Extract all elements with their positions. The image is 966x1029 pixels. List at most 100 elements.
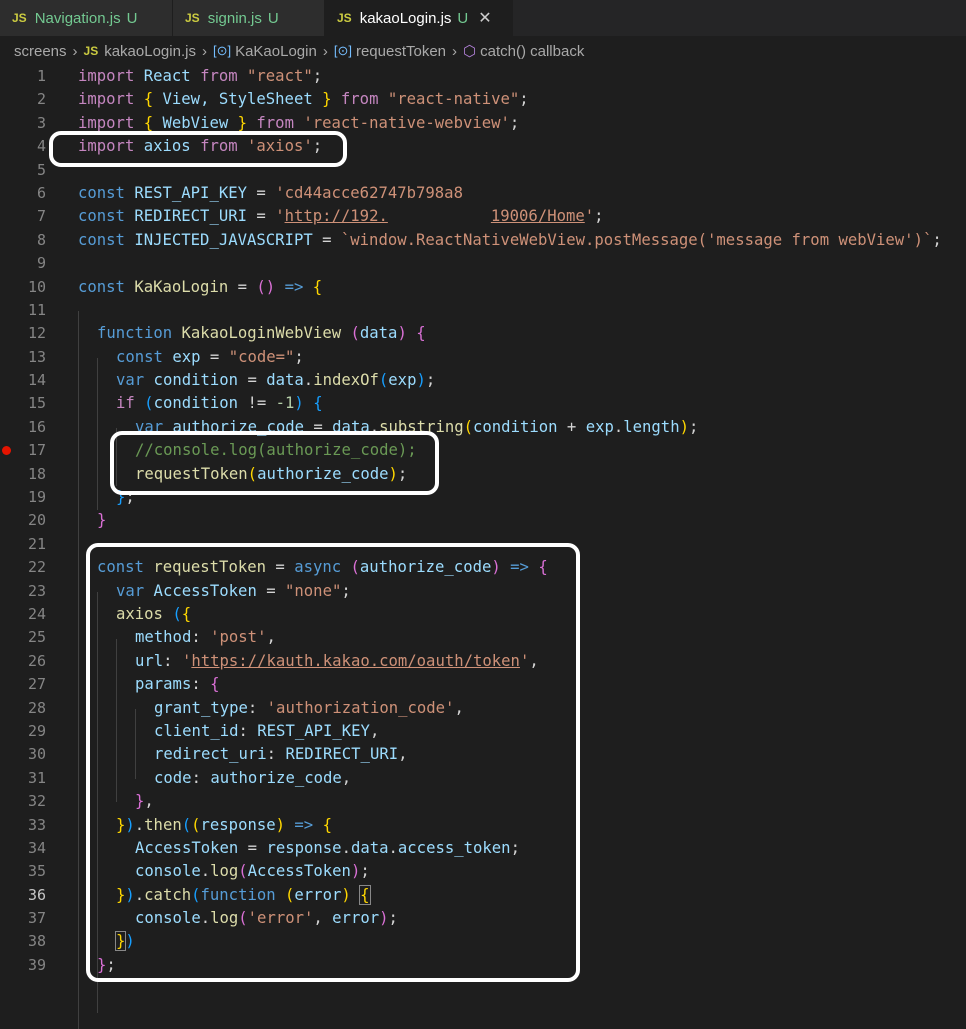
code-line: 19};	[0, 486, 966, 509]
code-line: 25 method: 'post',	[0, 626, 966, 649]
untracked-badge: U	[267, 9, 279, 27]
line-number: 14	[27, 371, 46, 390]
line-number: 34	[27, 838, 46, 857]
code-line: 39};	[0, 954, 966, 977]
breadcrumb-item-kakaologin[interactable]: KaKaoLogin	[235, 43, 317, 60]
variable-symbol-icon: [⊙]	[212, 43, 232, 58]
line-number: 16	[27, 417, 46, 436]
line-number: 32	[27, 792, 46, 811]
tab-navigation-js[interactable]: JS Navigation.js U	[0, 0, 173, 36]
code-line: 8 const INJECTED_JAVASCRIPT = `window.Rea…	[0, 229, 966, 252]
line-number: 12	[27, 324, 46, 343]
line-number: 20	[27, 511, 46, 530]
code-line: 31 code: authorize_code,	[0, 767, 966, 790]
line-number: 18	[27, 464, 46, 483]
code-line: 35 console.log(AccessToken);	[0, 860, 966, 883]
line-number: 27	[27, 675, 46, 694]
code-line: 6 const REST_API_KEY = 'cd44acce62747b798…	[0, 182, 966, 205]
code-line: 23 var AccessToken = "none";	[0, 580, 966, 603]
code-line: 21	[0, 533, 966, 556]
code-line: 29 client_id: REST_API_KEY,	[0, 720, 966, 743]
chevron-right-icon: ›	[201, 42, 207, 60]
code-line: 10 const KaKaoLogin = () => {	[0, 276, 966, 299]
code-line: 5	[0, 159, 966, 182]
line-number: 26	[27, 651, 46, 670]
method-cube-icon: ⬡	[463, 43, 477, 60]
code-line: 33}).then((response) => {	[0, 814, 966, 837]
line-number: 5	[36, 160, 46, 179]
editor-tab-bar: JS Navigation.js U JS signin.js U JS kak…	[0, 0, 966, 36]
line-number: 17	[27, 441, 46, 460]
line-number: 2	[36, 90, 46, 109]
code-line: 12 function KakaoLoginWebView (data) {	[0, 322, 966, 345]
untracked-badge: U	[457, 9, 469, 27]
code-line: 7 const REDIRECT_URI = 'http://192. 19006…	[0, 205, 966, 228]
code-line: 32},	[0, 790, 966, 813]
line-number: 31	[27, 768, 46, 787]
breadcrumb-item-catch-callback[interactable]: catch() callback	[480, 43, 584, 60]
line-number: 36	[27, 885, 46, 904]
line-number: 4	[36, 137, 46, 156]
breadcrumb-item-file[interactable]: kakaoLogin.js	[104, 43, 196, 60]
code-line: 24 axios ({	[0, 603, 966, 626]
line-number: 35	[27, 862, 46, 881]
code-line-current: 36}).catch(function (error) {	[0, 884, 966, 907]
tab-kakaologin-js[interactable]: JS kakaoLogin.js U ✕	[325, 0, 513, 36]
line-number: 38	[27, 932, 46, 951]
code-line: 1 import React from "react";	[0, 65, 966, 88]
line-number: 24	[27, 604, 46, 623]
line-number: 13	[27, 347, 46, 366]
code-line: 30 redirect_uri: REDIRECT_URI,	[0, 743, 966, 766]
code-line: 27 params: {	[0, 673, 966, 696]
javascript-file-icon: JS	[12, 11, 27, 25]
line-number: 29	[27, 721, 46, 740]
line-number: 33	[27, 815, 46, 834]
line-number: 39	[27, 955, 46, 974]
line-number: 10	[27, 277, 46, 296]
code-line: 16 var authorize_code = data.substring(co…	[0, 416, 966, 439]
code-line: 14 var condition = data.indexOf(exp);	[0, 369, 966, 392]
code-line: 26 url: 'https://kauth.kakao.com/oauth/to…	[0, 650, 966, 673]
untracked-badge: U	[126, 9, 138, 27]
line-number: 30	[27, 745, 46, 764]
line-number: 7	[36, 207, 46, 226]
code-line: 28 grant_type: 'authorization_code',	[0, 697, 966, 720]
javascript-file-icon: JS	[337, 11, 352, 25]
code-line: 22 const requestToken = async (authorize_…	[0, 556, 966, 579]
tab-label: kakaoLogin.js	[359, 9, 452, 27]
code-line: 34 AccessToken = response.data.access_tok…	[0, 837, 966, 860]
code-line: 38})	[0, 930, 966, 953]
code-line: 37 console.log('error', error);	[0, 907, 966, 930]
tab-label: Navigation.js	[34, 9, 121, 27]
code-line: 20}	[0, 509, 966, 532]
chevron-right-icon: ›	[452, 42, 458, 60]
line-number: 37	[27, 909, 46, 928]
tab-signin-js[interactable]: JS signin.js U	[173, 0, 325, 36]
code-line: 11	[0, 299, 966, 322]
line-number: 21	[27, 534, 46, 553]
line-number: 19	[27, 488, 46, 507]
line-number: 8	[36, 230, 46, 249]
chevron-right-icon: ›	[72, 42, 78, 60]
code-line: 2 import { View, StyleSheet } from "react…	[0, 88, 966, 111]
variable-symbol-icon: [⊙]	[333, 43, 352, 58]
code-line: 13 const exp = "code=";	[0, 346, 966, 369]
line-number: 1	[36, 67, 46, 85]
code-line: 3 import { WebView } from 'react-native-w…	[0, 112, 966, 135]
code-editor[interactable]: 1 import React from "react"; 2 import { Vi…	[0, 65, 966, 1029]
breadcrumb-item-screens[interactable]: screens	[14, 43, 67, 60]
breadcrumb-item-requesttoken[interactable]: requestToken	[356, 43, 446, 60]
redirect-uri-link[interactable]: http://192.	[285, 207, 388, 225]
line-number: 28	[27, 698, 46, 717]
chevron-right-icon: ›	[322, 42, 328, 60]
token-url-link[interactable]: https://kauth.kakao.com/oauth/token	[191, 652, 520, 670]
close-icon[interactable]: ✕	[478, 8, 491, 28]
line-number: 22	[27, 558, 46, 577]
line-number: 11	[27, 300, 46, 319]
line-number: 6	[36, 183, 46, 202]
tab-label: signin.js	[207, 9, 262, 27]
code-line: 4 import axios from 'axios';	[0, 135, 966, 158]
line-number: 3	[36, 113, 46, 132]
line-number: 15	[27, 394, 46, 413]
line-number: 23	[27, 581, 46, 600]
